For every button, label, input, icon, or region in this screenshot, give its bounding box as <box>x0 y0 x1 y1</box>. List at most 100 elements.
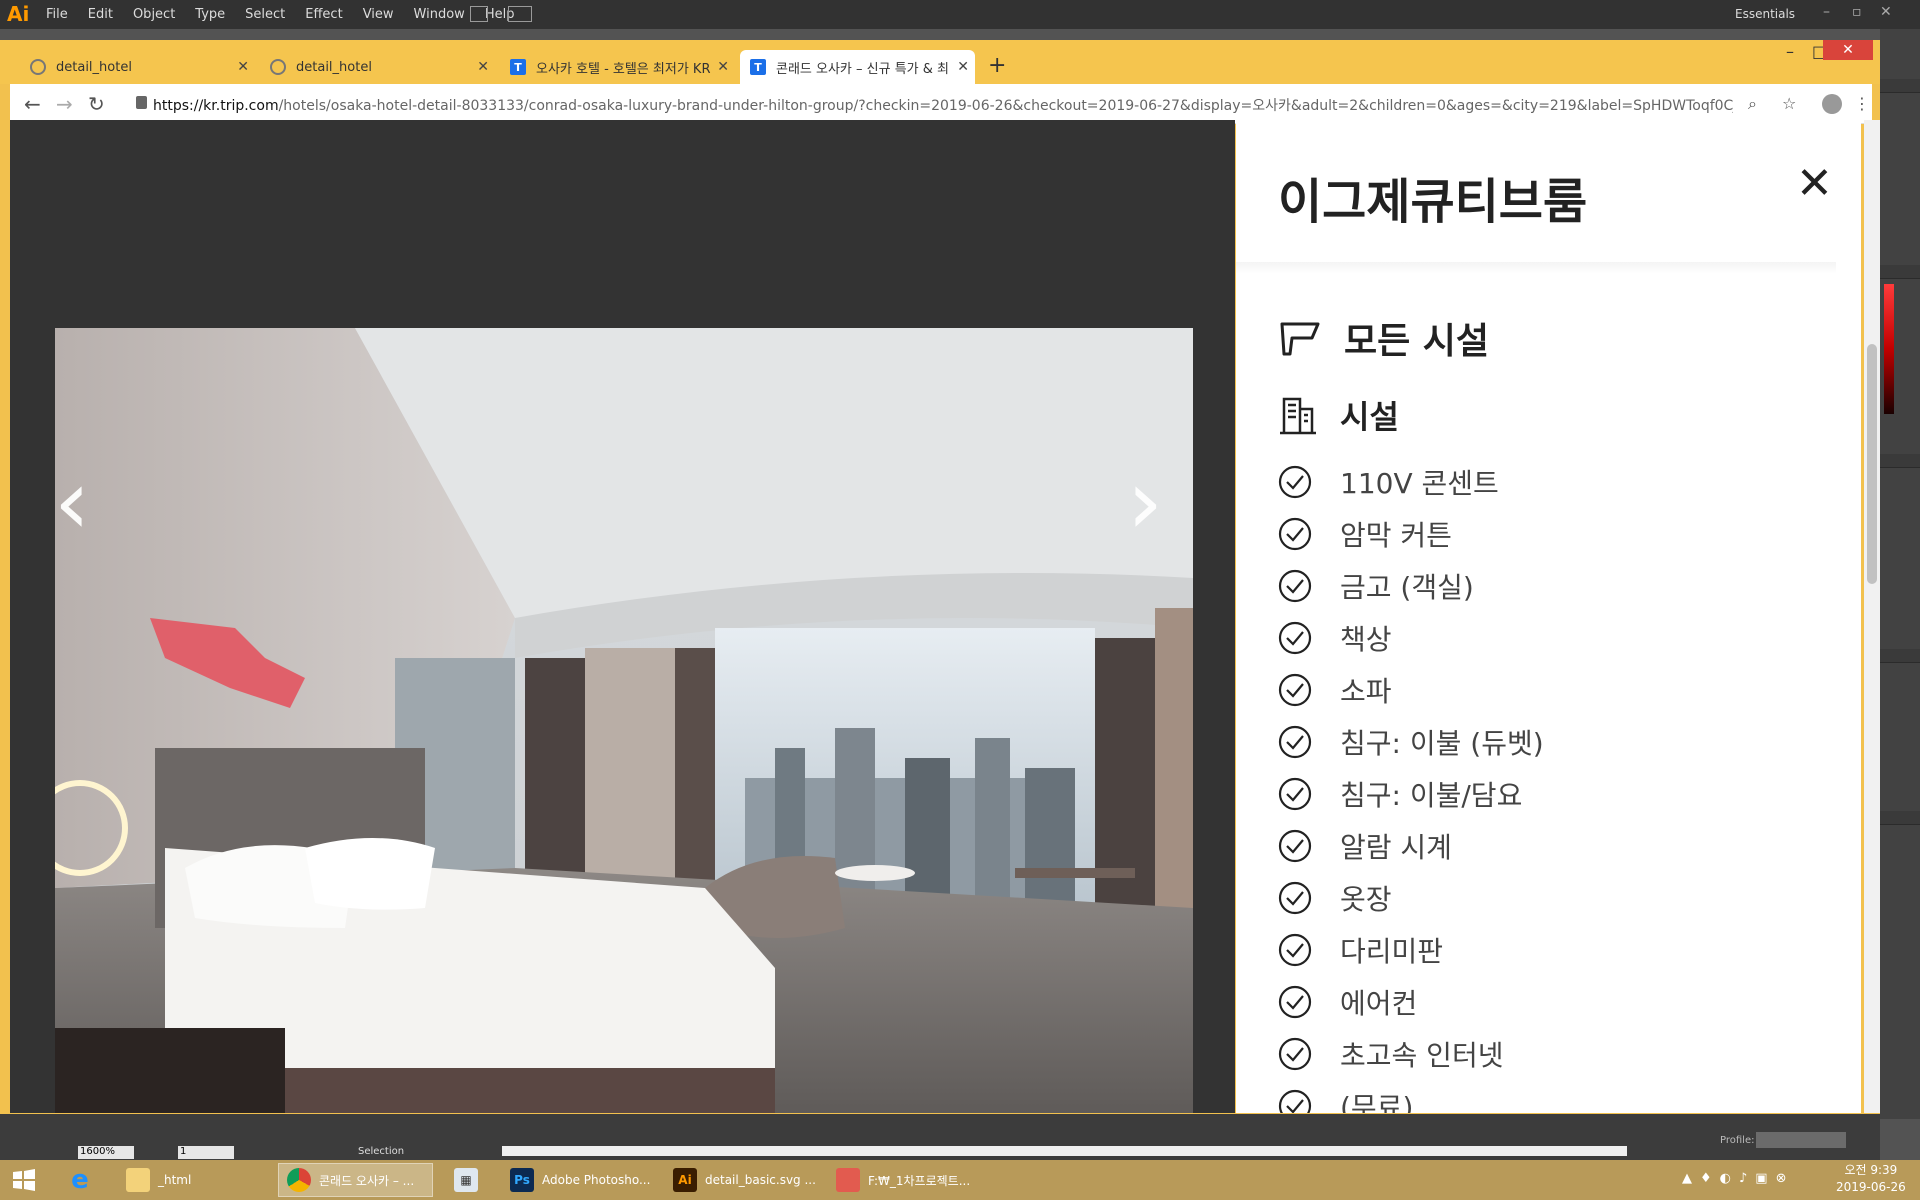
check-circle-icon <box>1278 621 1312 655</box>
list-item: 초고속 인터넷 <box>1278 1028 1544 1080</box>
tab-osaka-hotels[interactable]: T 오사카 호텔 - 호텔은 최저가 KR ✕ <box>500 50 735 84</box>
check-circle-icon <box>1278 1037 1312 1071</box>
list-item: 110V 콘센트 <box>1278 456 1544 508</box>
back-icon[interactable]: ← <box>24 92 41 116</box>
globe-icon <box>30 59 46 75</box>
taskbar-html-folder[interactable]: _html <box>118 1163 270 1197</box>
menu-kebab-icon[interactable]: ⋮ <box>1854 94 1870 113</box>
url-field[interactable]: https://kr.trip.com/hotels/osaka-hotel-d… <box>153 95 1733 115</box>
illustrator-panels <box>1880 29 1920 1119</box>
system-tray[interactable]: ▲♦◐♪▣⊗ <box>1682 1171 1794 1186</box>
address-bar: ← → ↻ https://kr.trip.com/hotels/osaka-h… <box>10 84 1872 124</box>
section-all-facilities: 모든 시설 <box>1278 312 1489 364</box>
folder-icon <box>836 1168 860 1192</box>
horizontal-scrollbar[interactable] <box>502 1146 1627 1156</box>
zoom-level-field[interactable]: 1600% <box>78 1146 134 1159</box>
calculator-icon: ▦ <box>454 1168 478 1192</box>
list-item: 금고 (객실) <box>1278 560 1544 612</box>
tab-conrad-osaka[interactable]: T 콘래드 오사카 – 신규 특가 & 최 ✕ <box>740 50 975 84</box>
folder-icon <box>126 1168 150 1192</box>
menu-file[interactable]: File <box>46 7 68 22</box>
close-tab-icon[interactable]: ✕ <box>237 59 249 75</box>
menu-select[interactable]: Select <box>245 7 285 22</box>
close-icon[interactable]: ✕ <box>1880 4 1892 20</box>
close-icon[interactable]: ✕ <box>1796 158 1833 209</box>
restore-icon[interactable]: ▫ <box>1852 4 1862 20</box>
clock[interactable]: 오전 9:39 2019-06-26 <box>1836 1162 1906 1196</box>
illustrator-menu: File Edit Object Type Select Effect View… <box>46 7 514 22</box>
taskbar-illustrator[interactable]: Ai detail_basic.svg ... <box>665 1163 820 1197</box>
tab-detail-hotel-1[interactable]: detail_hotel ✕ <box>20 50 255 84</box>
scrollbar-thumb[interactable] <box>1867 344 1877 584</box>
prev-photo-chevron-icon[interactable]: ‹ <box>54 450 90 555</box>
internet-explorer-button[interactable]: e <box>60 1163 104 1197</box>
globe-icon <box>270 59 286 75</box>
close-window-button[interactable]: ✕ <box>1823 40 1873 60</box>
list-item: (무료) <box>1278 1080 1544 1113</box>
divider <box>1236 262 1836 274</box>
close-tab-icon[interactable]: ✕ <box>717 59 729 75</box>
menu-view[interactable]: View <box>363 7 394 22</box>
facility-list: 110V 콘센트 암막 커튼 금고 (객실) 책상 소파 침구: 이불 (듀벳)… <box>1278 456 1544 1113</box>
profile-avatar[interactable] <box>1822 94 1842 114</box>
building-icon <box>1280 397 1316 435</box>
bridge-icon[interactable] <box>470 6 488 22</box>
taskbar-photoshop[interactable]: Ps Adobe Photosho... <box>502 1163 657 1197</box>
illustrator-menubar: Ai File Edit Object Type Select Effect V… <box>0 0 1920 29</box>
menu-type[interactable]: Type <box>195 7 225 22</box>
room-photo <box>55 328 1193 1113</box>
profile-select[interactable] <box>1756 1132 1846 1148</box>
check-circle-icon <box>1278 569 1312 603</box>
start-button[interactable] <box>4 1163 46 1197</box>
taskbar-project-folder[interactable]: F:₩_1차프로젝트... <box>828 1163 983 1197</box>
taskbar-chrome[interactable]: 콘래드 오사카 – ... <box>278 1163 433 1197</box>
current-tool-status: Selection <box>358 1146 405 1157</box>
check-circle-icon <box>1278 881 1312 915</box>
chrome-icon <box>287 1168 311 1192</box>
trip-icon: T <box>750 59 766 75</box>
next-photo-chevron-icon[interactable]: › <box>1127 450 1163 555</box>
menu-window[interactable]: Window <box>414 7 465 22</box>
list-item: 다리미판 <box>1278 924 1544 976</box>
minimize-icon[interactable]: – <box>1786 42 1794 61</box>
profile-label: Profile: <box>1720 1135 1755 1146</box>
check-circle-icon <box>1278 777 1312 811</box>
close-tab-icon[interactable]: ✕ <box>957 59 969 75</box>
bookmark-star-icon[interactable]: ☆ <box>1782 94 1796 113</box>
illustrator-icon: Ai <box>673 1168 697 1192</box>
lock-icon <box>136 96 147 109</box>
forward-icon[interactable]: → <box>56 92 73 116</box>
internet-explorer-icon: e <box>71 1165 89 1195</box>
reload-icon[interactable]: ↻ <box>88 92 105 116</box>
tab-detail-hotel-2[interactable]: detail_hotel ✕ <box>260 50 495 84</box>
trip-icon: T <box>510 59 526 75</box>
panel-scrollbar[interactable] <box>1864 120 1880 1113</box>
menu-effect[interactable]: Effect <box>305 7 342 22</box>
new-tab-icon[interactable]: + <box>988 53 1006 78</box>
check-circle-icon <box>1278 829 1312 863</box>
list-item: 침구: 이불/담요 <box>1278 768 1544 820</box>
close-tab-icon[interactable]: ✕ <box>477 59 489 75</box>
arrange-documents-icon[interactable] <box>508 6 532 22</box>
list-item: 에어컨 <box>1278 976 1544 1028</box>
menu-object[interactable]: Object <box>133 7 175 22</box>
subsection-facilities: 시설 <box>1278 392 1399 438</box>
check-circle-icon <box>1278 465 1312 499</box>
taskbar-calculator[interactable]: ▦ <box>446 1163 488 1197</box>
check-circle-icon <box>1278 517 1312 551</box>
list-item: 암막 커튼 <box>1278 508 1544 560</box>
color-spectrum[interactable] <box>1884 284 1894 414</box>
list-item: 침구: 이불 (듀벳) <box>1278 716 1544 768</box>
workspace-switcher[interactable]: Essentials <box>1735 7 1795 21</box>
zoom-icon[interactable]: ⌕ <box>1748 94 1757 114</box>
check-circle-icon <box>1278 1089 1312 1113</box>
illustrator-logo: Ai <box>7 2 30 26</box>
windows-logo-icon <box>13 1169 35 1191</box>
tab-strip: detail_hotel ✕ detail_hotel ✕ T 오사카 호텔 -… <box>0 40 1880 84</box>
room-detail-panel: 이그제큐티브룸 ✕ 모든 시설 시설 110V 콘센트 암막 커튼 금고 (객실… <box>1236 120 1861 1113</box>
list-item: 책상 <box>1278 612 1544 664</box>
artboard-number-field[interactable]: 1 <box>178 1146 234 1159</box>
facilities-icon <box>1280 322 1320 356</box>
minimize-icon[interactable]: – <box>1823 4 1830 20</box>
menu-edit[interactable]: Edit <box>88 7 113 22</box>
